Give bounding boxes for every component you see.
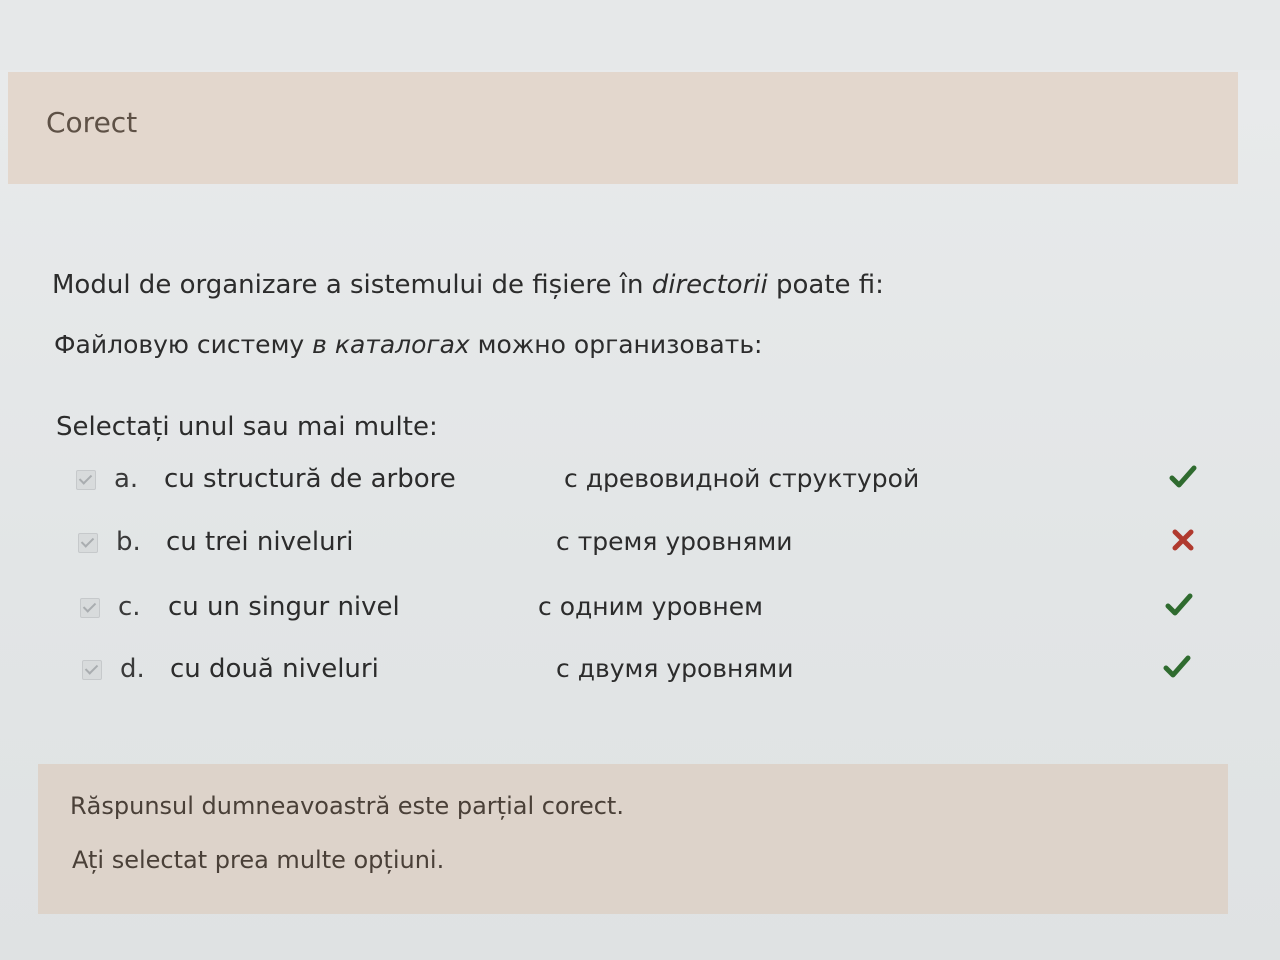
feedback-box: Răspunsul dumneavoastră este parțial cor… — [38, 764, 1228, 914]
option-b-checkbox[interactable] — [78, 533, 98, 553]
option-c[interactable]: c. cu un singur nivel с одним уровнем — [80, 588, 1240, 628]
option-a-checkbox[interactable] — [76, 470, 96, 490]
cross-icon — [1172, 529, 1194, 551]
option-d-label-ro: cu două niveluri — [170, 654, 379, 684]
check-icon — [1163, 655, 1191, 678]
option-d-label-ru: с двумя уровнями — [556, 654, 794, 683]
option-b-letter: b. — [116, 527, 141, 557]
option-c-label-ro: cu un singur nivel — [168, 592, 400, 622]
option-a-label-ru: с древовидной структурой — [564, 464, 920, 493]
feedback-too-many-options: Ați selectat prea multe opțiuni. — [72, 846, 445, 874]
option-d-checkbox[interactable] — [82, 660, 102, 680]
option-d[interactable]: d. cu două niveluri с двумя уровнями — [82, 650, 1242, 690]
option-c-label-ru: с одним уровнем — [538, 592, 763, 621]
feedback-partial-correct: Răspunsul dumneavoastră este parțial cor… — [70, 792, 624, 820]
option-c-checkbox[interactable] — [80, 598, 100, 618]
option-b-label-ru: с тремя уровнями — [556, 527, 793, 556]
check-icon — [1169, 465, 1197, 488]
check-icon — [1165, 593, 1193, 616]
option-d-letter: d. — [120, 654, 145, 684]
option-a-letter: a. — [114, 464, 139, 494]
option-b-label-ro: cu trei niveluri — [166, 527, 354, 557]
option-a[interactable]: a. cu structură de arbore с древовидной … — [76, 460, 1236, 500]
quiz-page: Corect Modul de organizare a sistemului … — [0, 0, 1280, 960]
option-c-letter: c. — [118, 592, 141, 622]
option-b[interactable]: b. cu trei niveluri с тремя уровнями — [78, 523, 1238, 563]
option-a-label-ro: cu structură de arbore — [164, 464, 456, 494]
